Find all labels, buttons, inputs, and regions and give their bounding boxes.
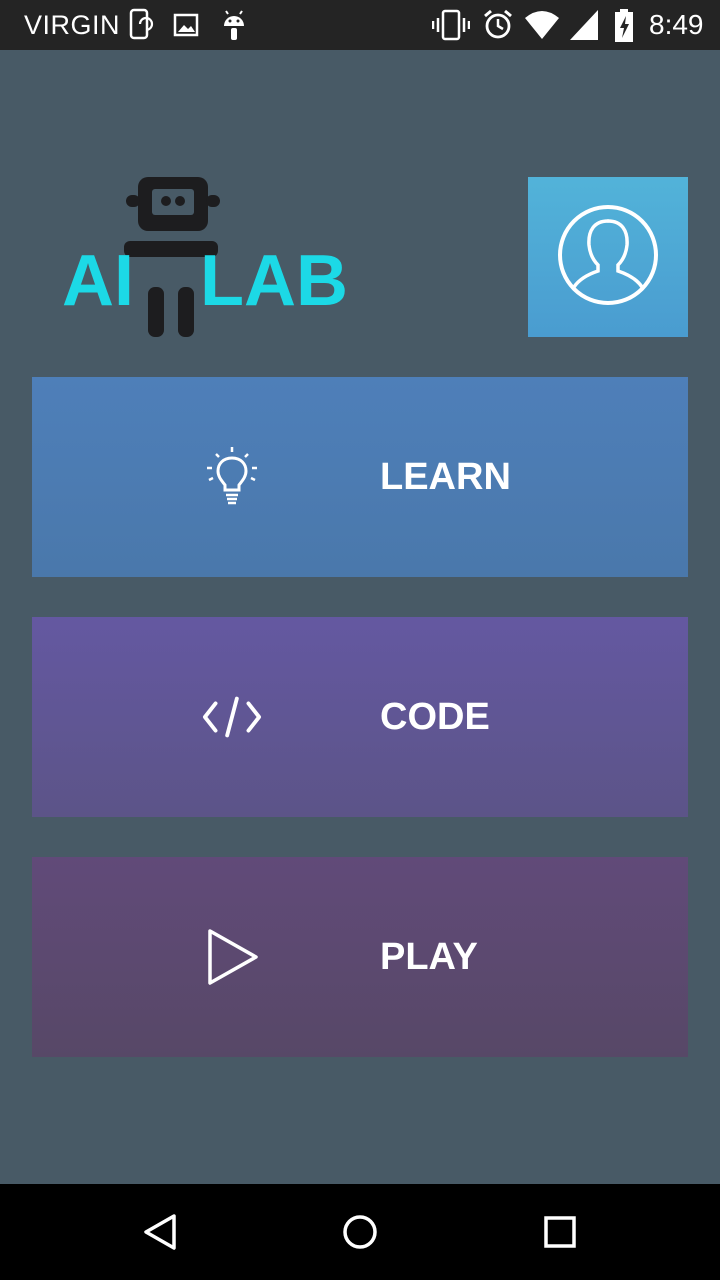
vibrate-icon	[431, 8, 471, 47]
recents-icon[interactable]	[530, 1202, 590, 1262]
user-avatar-icon	[556, 203, 660, 312]
play-icon	[202, 927, 262, 987]
code-brackets-icon	[202, 687, 262, 747]
phone-sync-icon	[128, 8, 154, 47]
signal-icon	[568, 8, 600, 47]
code-button[interactable]: CODE	[32, 617, 688, 817]
back-icon[interactable]	[130, 1202, 190, 1262]
learn-label: LEARN	[380, 455, 511, 498]
code-label: CODE	[380, 695, 490, 738]
status-bar: VIRGIN 8:49	[0, 0, 720, 50]
alarm-icon	[482, 8, 514, 47]
home-icon[interactable]	[330, 1202, 390, 1262]
play-label: PLAY	[380, 935, 478, 978]
android-icon	[220, 8, 248, 47]
logo-text-ai: AI	[62, 241, 134, 321]
profile-button[interactable]	[528, 177, 688, 337]
play-button[interactable]: PLAY	[32, 857, 688, 1057]
image-icon	[173, 8, 199, 47]
lightbulb-icon	[202, 447, 262, 507]
learn-button[interactable]: LEARN	[32, 377, 688, 577]
carrier-name: VIRGIN	[24, 10, 121, 40]
wifi-icon	[524, 8, 560, 47]
battery-icon	[612, 8, 638, 49]
clock: 8:49	[649, 9, 704, 40]
navigation-bar	[0, 1184, 720, 1280]
logo-text-lab: LAB	[200, 241, 348, 321]
ai-lab-logo: AI LAB	[60, 175, 360, 340]
